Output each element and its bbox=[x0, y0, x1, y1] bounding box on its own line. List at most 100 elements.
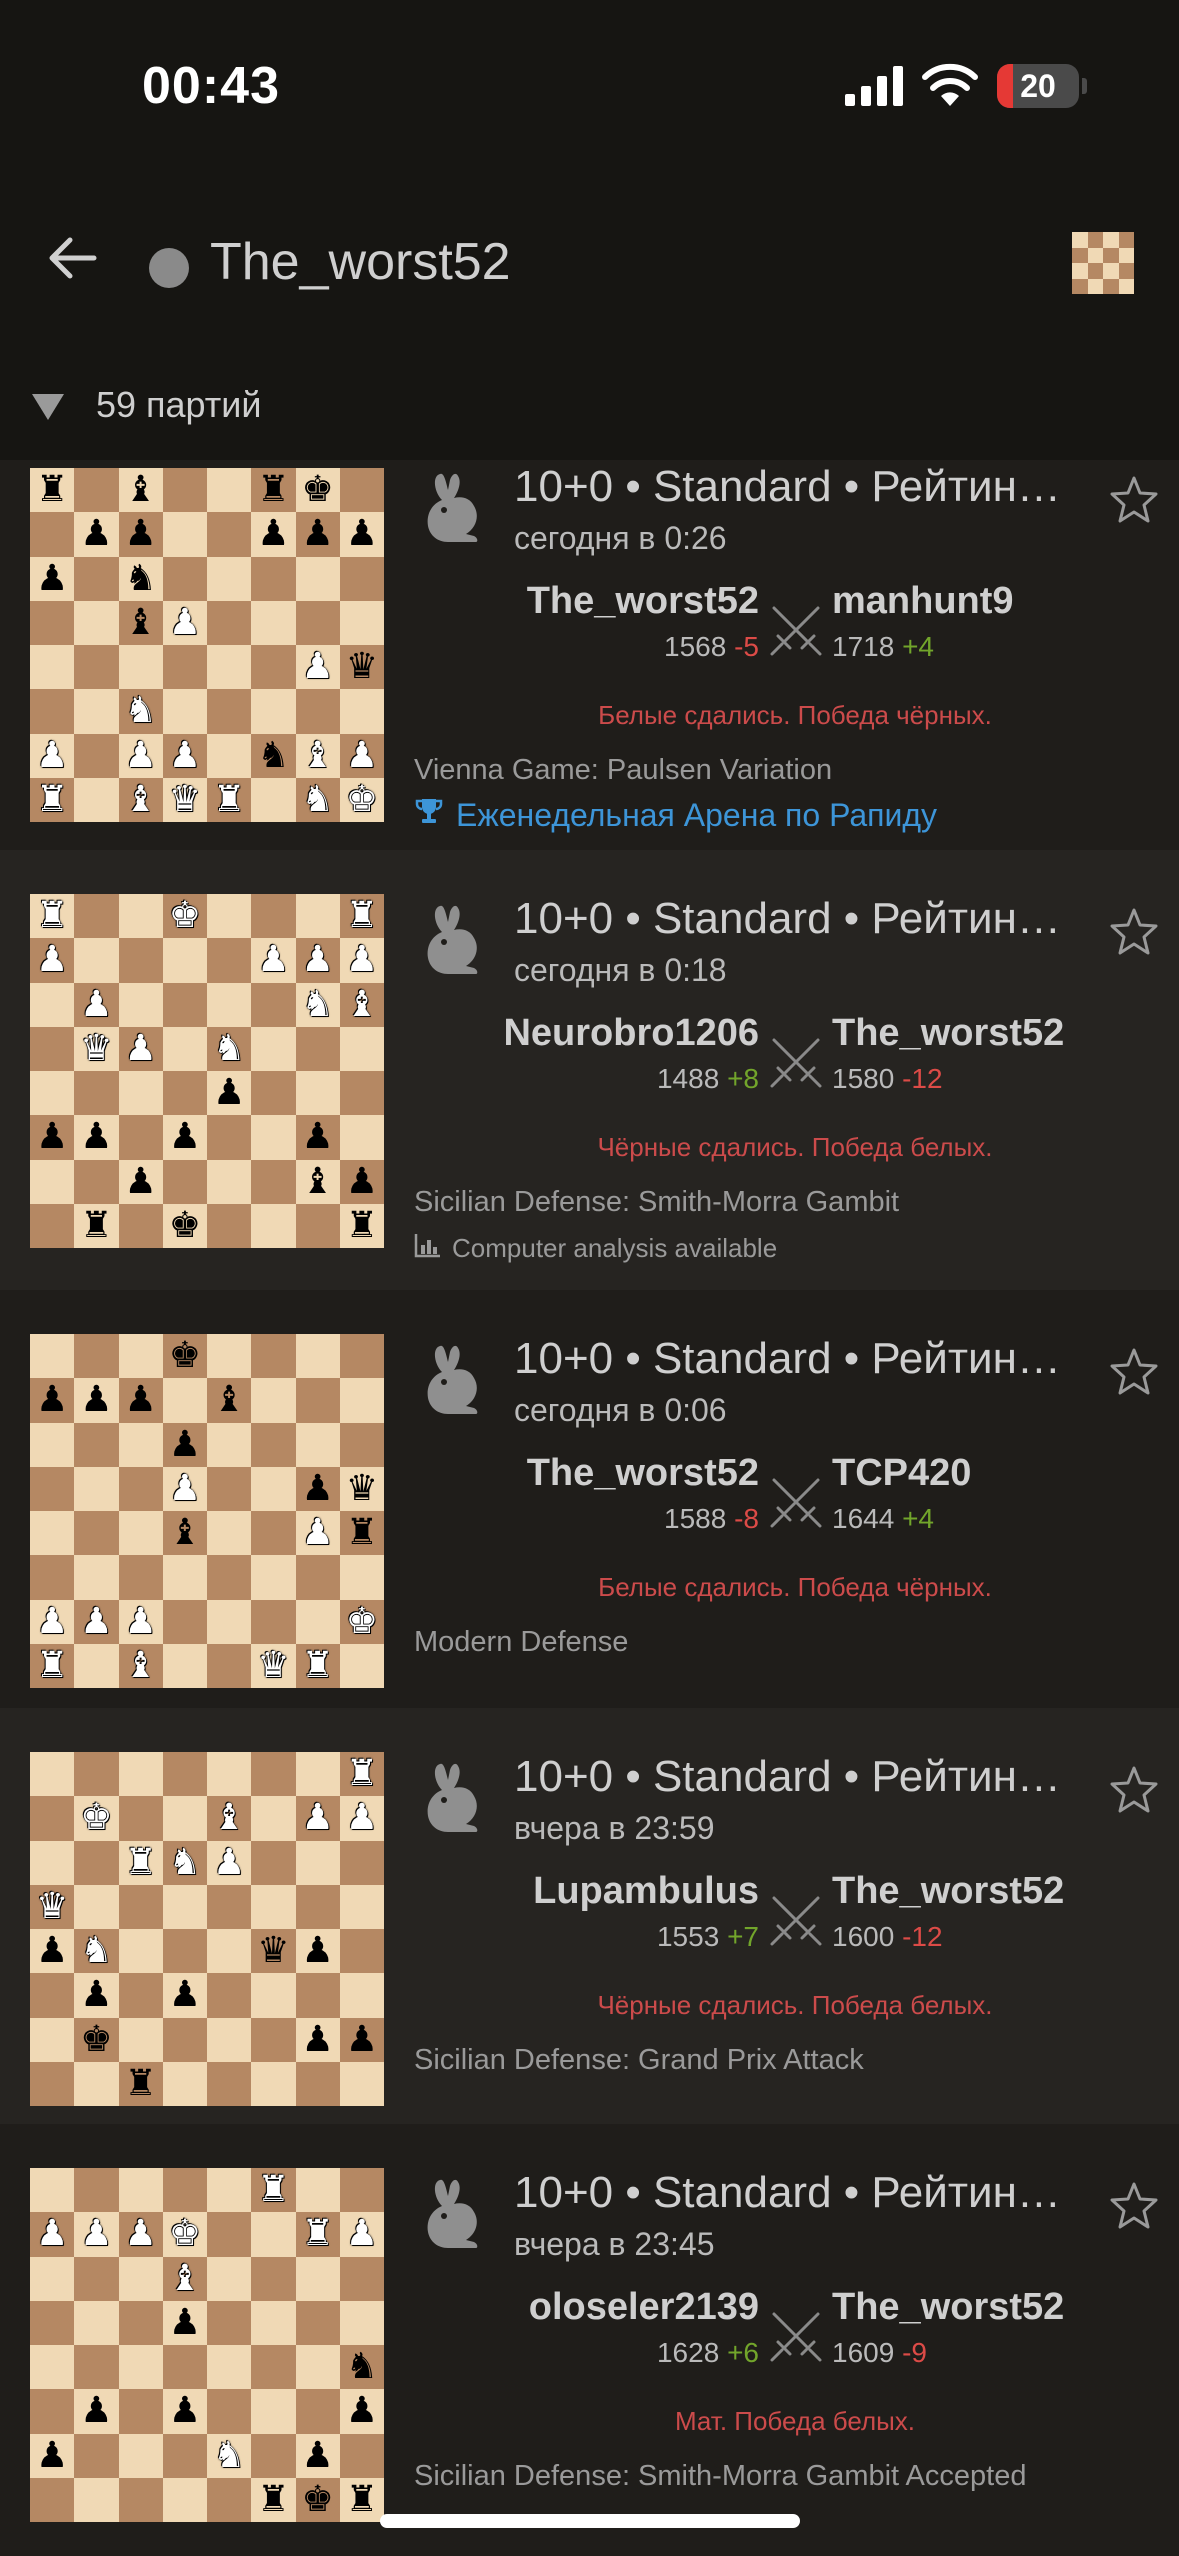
board-square bbox=[118, 2433, 163, 2478]
board-square: ♟ bbox=[74, 2212, 119, 2257]
board-square bbox=[30, 2256, 75, 2301]
black-player-name[interactable]: manhunt9 bbox=[832, 580, 1014, 623]
games-filter[interactable]: 59 партий bbox=[0, 350, 1179, 460]
bookmark-star-icon[interactable] bbox=[1108, 474, 1160, 526]
board-square bbox=[295, 1071, 340, 1116]
black-player-name[interactable]: TCP420 bbox=[832, 1452, 971, 1495]
black-piece: ♟ bbox=[301, 2018, 334, 2060]
board-view-icon[interactable] bbox=[1072, 232, 1134, 294]
board-square bbox=[30, 1026, 75, 1071]
board-square: ♜ bbox=[30, 894, 75, 939]
white-piece: ♜ bbox=[35, 778, 69, 820]
white-player-name[interactable]: Neurobro1206 bbox=[503, 1012, 759, 1055]
board-square bbox=[30, 1511, 75, 1556]
board-square bbox=[162, 1599, 207, 1644]
board-square: ♝ bbox=[118, 600, 163, 645]
board-square: ♟ bbox=[74, 982, 119, 1027]
black-player[interactable]: The_worst52 1609 -9 bbox=[832, 2286, 1064, 2369]
game-row[interactable]: ♜ ♚ ♜ ♟ ♟ ♟ ♟ ♟ ♞ ♝ ♛ ♟ ♞ ♟ ♟ ♟ ♟ ♟ ♟ ♝ ♟ ♜ ♚ ♜ 10+0 • Standard … bbox=[0, 850, 1179, 1290]
black-player[interactable]: The_worst52 1600 -12 bbox=[832, 1870, 1064, 1953]
board-square: ♜ bbox=[295, 1643, 340, 1688]
board-square: ♝ bbox=[207, 1378, 252, 1423]
black-player[interactable]: TCP420 1644 +4 bbox=[832, 1452, 971, 1535]
white-player-name[interactable]: Lupambulus bbox=[533, 1870, 759, 1913]
game-row[interactable]: ♜ ♝ ♜ ♚ ♟ ♟ ♟ ♟ ♟ ♟ ♞ ♝ ♟ ♟ ♛ ♞ ♟ ♟ ♟ ♞ ♝ ♟ ♜ ♝ ♛ ♜ ♞ ♚ 10+0 • Stand… bbox=[0, 460, 1179, 850]
board-square: ♟ bbox=[30, 1599, 75, 1644]
white-rating-diff: -5 bbox=[734, 631, 759, 662]
black-player-rating: 1718 +4 bbox=[832, 631, 1014, 663]
board-square: ♛ bbox=[251, 1929, 296, 1974]
game-row[interactable]: ♜ ♟ ♟ ♟ ♚ ♜ ♟ ♝ ♟ ♞ ♟ ♟ ♟ ♟ ♞ ♟ ♜ ♚ ♜ 10+0 • Standard • Рей… bbox=[0, 2124, 1179, 2556]
board-square: ♚ bbox=[162, 894, 207, 939]
black-player-name[interactable]: The_worst52 bbox=[832, 1012, 1064, 1055]
board-square bbox=[162, 1159, 207, 1204]
board-square bbox=[251, 1752, 296, 1797]
black-piece: ♟ bbox=[345, 1160, 379, 1202]
white-player-name[interactable]: oloseler2139 bbox=[529, 2286, 759, 2329]
board-preview[interactable]: ♜ ♚ ♝ ♟ ♟ ♜ ♞ ♟ ♛ ♟ ♞ ♛ ♟ ♟ ♟ ♚ ♟ ♟ ♜ bbox=[30, 1752, 384, 2106]
back-arrow-icon[interactable] bbox=[44, 230, 100, 286]
game-row[interactable]: ♚ ♟ ♟ ♟ ♝ ♟ ♟ ♟ ♛ ♝ ♟ ♜ ♟ ♟ ♟ ♚ ♜ ♝ ♛ ♜ 10+0 • Standard • Ре… bbox=[0, 1290, 1179, 1708]
board-preview[interactable]: ♜ ♚ ♜ ♟ ♟ ♟ ♟ ♟ ♞ ♝ ♛ ♟ ♞ ♟ ♟ ♟ ♟ ♟ ♟ ♝ ♟ ♜ ♚ ♜ bbox=[30, 894, 384, 1248]
board-square bbox=[207, 733, 252, 778]
white-player[interactable]: The_worst52 1568 -5 bbox=[527, 580, 759, 663]
board-square bbox=[74, 1159, 119, 1204]
white-piece: ♜ bbox=[212, 778, 246, 820]
white-piece: ♛ bbox=[257, 1644, 290, 1686]
board-square: ♟ bbox=[162, 2300, 207, 2345]
game-row[interactable]: ♜ ♚ ♝ ♟ ♟ ♜ ♞ ♟ ♛ ♟ ♞ ♛ ♟ ♟ ♟ ♚ ♟ ♟ ♜ 10+0 • Standard • Рей… bbox=[0, 1708, 1179, 2124]
white-piece: ♞ bbox=[301, 778, 334, 820]
board-square bbox=[118, 982, 163, 1027]
black-player-name[interactable]: The_worst52 bbox=[832, 1870, 1064, 1913]
black-piece: ♞ bbox=[124, 557, 157, 599]
tournament-link[interactable]: Еженедельная Арена по Рапиду bbox=[414, 796, 937, 834]
board-preview[interactable]: ♜ ♟ ♟ ♟ ♚ ♜ ♟ ♝ ♟ ♞ ♟ ♟ ♟ ♟ ♞ ♟ ♜ ♚ ♜ bbox=[30, 2168, 384, 2522]
game-date: сегодня в 0:26 bbox=[514, 520, 727, 556]
black-player-rating: 1600 -12 bbox=[832, 1921, 1064, 1953]
white-player[interactable]: The_worst52 1588 -8 bbox=[527, 1452, 759, 1535]
board-square: ♝ bbox=[295, 733, 340, 778]
black-piece: ♜ bbox=[345, 2478, 379, 2520]
white-rating-diff: +8 bbox=[727, 1063, 759, 1094]
black-player[interactable]: manhunt9 1718 +4 bbox=[832, 580, 1014, 663]
board-square: ♚ bbox=[162, 2212, 207, 2257]
board-square bbox=[118, 2168, 163, 2213]
board-square bbox=[162, 512, 207, 557]
black-piece: ♟ bbox=[345, 2018, 379, 2060]
white-piece: ♜ bbox=[345, 895, 379, 937]
white-player[interactable]: Neurobro1206 1488 +8 bbox=[503, 1012, 759, 1095]
white-player[interactable]: oloseler2139 1628 +6 bbox=[529, 2286, 759, 2369]
white-player[interactable]: Lupambulus 1553 +7 bbox=[533, 1870, 759, 1953]
board-square: ♟ bbox=[118, 1026, 163, 1071]
black-player[interactable]: The_worst52 1580 -12 bbox=[832, 1012, 1064, 1095]
battery-percent: 20 bbox=[1020, 68, 1056, 104]
board-preview[interactable]: ♚ ♟ ♟ ♟ ♝ ♟ ♟ ♟ ♛ ♝ ♟ ♜ ♟ ♟ ♟ ♚ ♜ ♝ ♛ ♜ bbox=[30, 1334, 384, 1688]
board-square bbox=[74, 1422, 119, 1467]
board-square bbox=[295, 2168, 340, 2213]
game-date: сегодня в 0:18 bbox=[514, 952, 727, 988]
white-piece: ♜ bbox=[257, 2169, 290, 2211]
board-square: ♟ bbox=[339, 733, 384, 778]
black-player-name[interactable]: The_worst52 bbox=[832, 2286, 1064, 2329]
white-piece: ♟ bbox=[345, 2213, 379, 2255]
bookmark-star-icon[interactable] bbox=[1108, 906, 1160, 958]
bookmark-star-icon[interactable] bbox=[1108, 2180, 1160, 2232]
opening-name: Modern Defense bbox=[414, 1626, 629, 1658]
board-square bbox=[118, 1334, 163, 1379]
bookmark-star-icon[interactable] bbox=[1108, 1764, 1160, 1816]
board-square bbox=[207, 2168, 252, 2213]
board-square: ♚ bbox=[74, 1796, 119, 1841]
filter-dropdown-icon[interactable] bbox=[32, 394, 64, 420]
white-player-name[interactable]: The_worst52 bbox=[527, 1452, 759, 1495]
bookmark-star-icon[interactable] bbox=[1108, 1346, 1160, 1398]
board-square bbox=[251, 2017, 296, 2062]
board-preview[interactable]: ♜ ♝ ♜ ♚ ♟ ♟ ♟ ♟ ♟ ♟ ♞ ♝ ♟ ♟ ♛ ♞ ♟ ♟ ♟ ♞ ♝ ♟ ♜ ♝ ♛ ♜ ♞ ♚ bbox=[30, 468, 384, 822]
white-player-name[interactable]: The_worst52 bbox=[527, 580, 759, 623]
black-piece: ♟ bbox=[124, 513, 157, 555]
board-square bbox=[207, 1511, 252, 1556]
crossed-swords-icon bbox=[768, 2308, 824, 2364]
board-square: ♝ bbox=[118, 468, 163, 513]
tournament-name[interactable]: Еженедельная Арена по Рапиду bbox=[456, 797, 937, 834]
board-square: ♟ bbox=[74, 1378, 119, 1423]
board-square: ♜ bbox=[251, 468, 296, 513]
